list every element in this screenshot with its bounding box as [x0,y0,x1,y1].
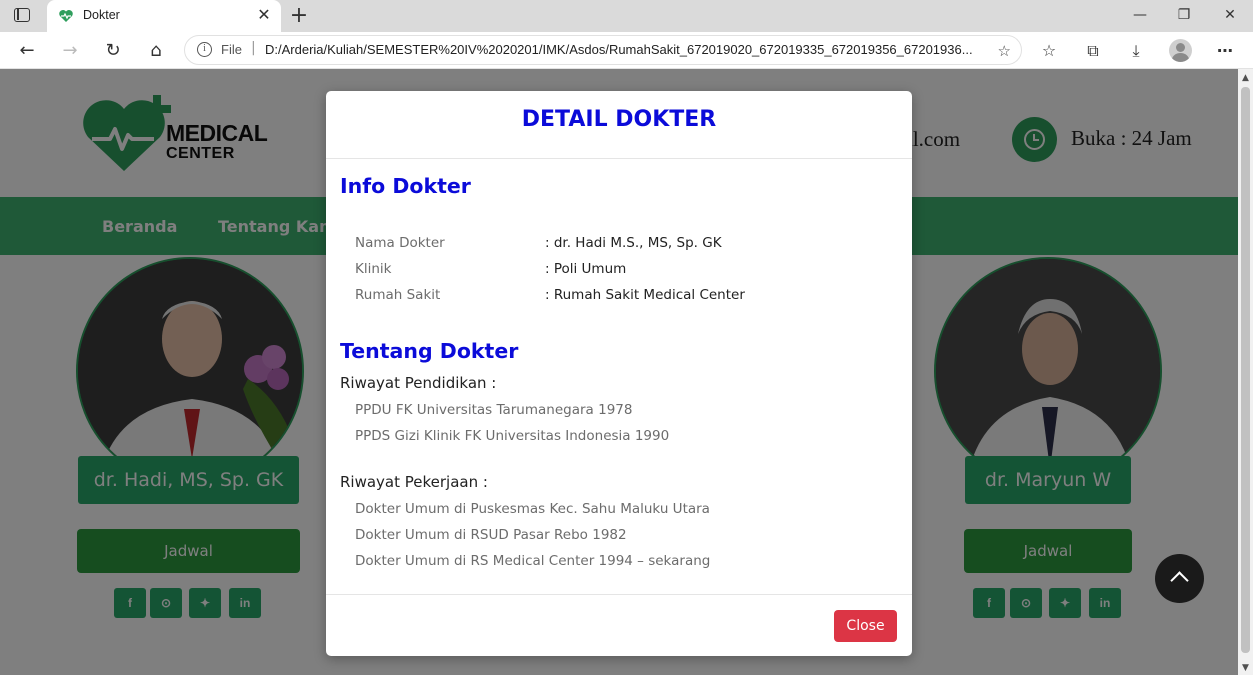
info-label-nama: Nama Dokter [355,235,445,251]
restore-icon[interactable]: ❐ [1172,4,1196,26]
info-value-klinik: : Poli Umum [545,261,627,277]
info-value-rumah-sakit: : Rumah Sakit Medical Center [545,287,745,303]
new-tab-icon[interactable]: + [288,3,310,28]
tab-close-icon[interactable]: ✕ [255,6,273,24]
reload-icon[interactable]: ↻ [101,39,125,63]
add-favorite-icon[interactable]: ☆ [998,42,1011,60]
education-heading: Riwayat Pendidikan : [340,374,497,392]
info-icon[interactable]: i [197,42,212,57]
profile-avatar[interactable] [1169,39,1192,62]
work-item: Dokter Umum di RS Medical Center 1994 – … [355,553,711,569]
info-label-rumah-sakit: Rumah Sakit [355,287,441,303]
home-icon[interactable]: ⌂ [144,39,168,63]
heart-favicon-icon [59,10,73,22]
info-label-klinik: Klinik [355,261,392,277]
address-bar[interactable]: i File | D:/Arderia/Kuliah/SEMESTER%20IV… [184,35,1022,65]
page-scrollbar[interactable]: ▲ ▼ [1238,69,1253,675]
modal-header: DETAIL DOKTER [326,91,912,159]
modal-footer: Close [326,594,912,656]
collections-icon[interactable]: ⧉ [1081,39,1105,63]
work-item: Dokter Umum di Puskesmas Kec. Sahu Maluk… [355,501,710,517]
address-url[interactable]: D:/Arderia/Kuliah/SEMESTER%20IV%2020201/… [265,42,985,57]
tab-title: Dokter [83,8,120,22]
address-scheme: File [221,42,242,57]
scrollbar-thumb[interactable] [1241,87,1250,653]
address-separator: | [251,40,256,56]
info-value-nama: : dr. Hadi M.S., MS, Sp. GK [545,235,722,251]
scroll-to-top-button[interactable] [1155,554,1204,603]
modal-title: DETAIL DOKTER [521,107,717,132]
browser-tab-bar: Dokter ✕ + — ❐ ✕ [0,0,1253,32]
education-item: PPDS Gizi Klinik FK Universitas Indonesi… [355,428,670,444]
doctor-detail-modal: DETAIL DOKTER Info Dokter Nama Dokter : … [326,91,912,656]
favorites-icon[interactable]: ☆ [1037,39,1061,63]
education-item: PPDU FK Universitas Tarumanegara 1978 [355,402,633,418]
minimize-icon[interactable]: — [1128,4,1152,26]
work-heading: Riwayat Pekerjaan : [340,473,488,491]
forward-icon[interactable]: → [58,39,82,63]
work-item: Dokter Umum di RSUD Pasar Rebo 1982 [355,527,627,543]
info-dokter-heading: Info Dokter [340,174,471,198]
close-button[interactable]: Close [834,610,897,642]
tentang-dokter-heading: Tentang Dokter [340,339,519,363]
tab-actions-icon[interactable] [14,8,30,22]
browser-toolbar: ← → ↻ ⌂ i File | D:/Arderia/Kuliah/SEMES… [0,32,1253,69]
more-menu-icon[interactable]: ⋯ [1213,39,1237,63]
scroll-up-icon[interactable]: ▲ [1242,73,1249,83]
browser-tab[interactable]: Dokter ✕ [47,0,281,32]
downloads-icon[interactable]: ⤓ [1124,39,1148,63]
window-close-icon[interactable]: ✕ [1218,4,1242,26]
back-icon[interactable]: ← [15,39,39,63]
scroll-down-icon[interactable]: ▼ [1242,663,1249,673]
